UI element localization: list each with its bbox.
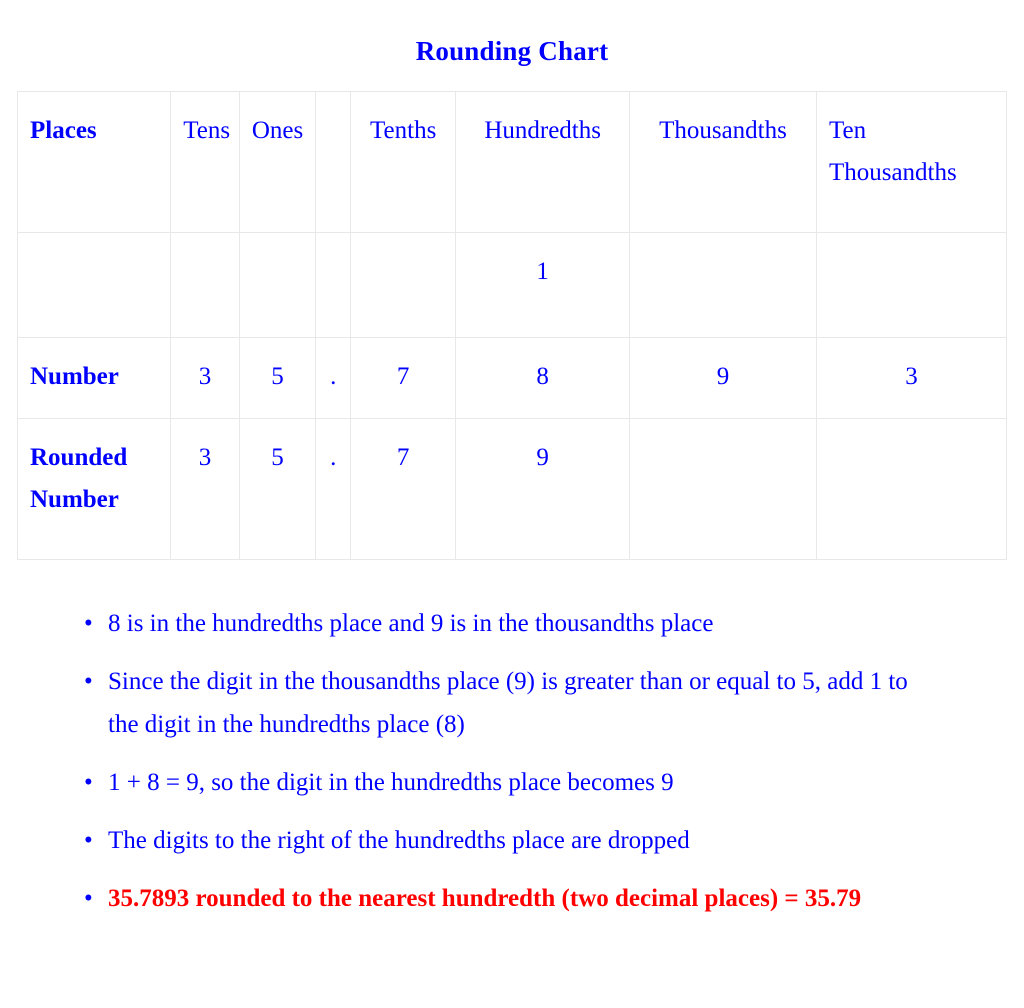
table-row-carry: 1 — [16, 232, 1008, 339]
header-ten-thousandths: Ten Thousandths — [815, 91, 1008, 234]
carry-ten-thousandths — [815, 232, 1008, 339]
rounded-ten-thousandths — [815, 418, 1008, 561]
list-item: 8 is in the hundredths place and 9 is in… — [0, 602, 1024, 645]
rounding-table: Places Tens Ones Tenths Hundredths Thous… — [16, 91, 1008, 561]
list-item: The digits to the right of the hundredth… — [0, 819, 1024, 862]
table-row-number: Number 3 5 . 7 8 9 3 — [16, 337, 1008, 420]
rounded-thousandths — [628, 418, 817, 561]
rounded-hundredths: 9 — [455, 418, 630, 561]
number-thousandths: 9 — [628, 337, 817, 420]
list-item-result: 35.7893 rounded to the nearest hundredth… — [0, 877, 1024, 920]
number-hundredths: 8 — [455, 337, 630, 420]
rounded-tens: 3 — [170, 418, 240, 561]
table-row-rounded: Rounded Number 3 5 . 7 9 — [16, 418, 1008, 561]
rounded-ones: 5 — [238, 418, 317, 561]
number-point: . — [315, 337, 352, 420]
number-ten-thousandths: 3 — [815, 337, 1008, 420]
header-tenths: Tenths — [350, 91, 457, 234]
explanation-list: 8 is in the hundredths place and 9 is in… — [0, 602, 1024, 920]
carry-tens — [170, 232, 240, 339]
carry-label — [16, 232, 172, 339]
number-ones: 5 — [238, 337, 317, 420]
carry-hundredths: 1 — [455, 232, 630, 339]
carry-point — [315, 232, 352, 339]
carry-tenths — [350, 232, 457, 339]
rounding-chart-page: Rounding Chart Places Tens Ones Tenths H… — [0, 18, 1024, 1008]
header-hundredths: Hundredths — [455, 91, 630, 234]
number-label: Number — [16, 337, 172, 420]
table-header-row: Places Tens Ones Tenths Hundredths Thous… — [16, 91, 1008, 234]
header-places: Places — [16, 91, 172, 234]
rounded-label: Rounded Number — [16, 418, 172, 561]
rounded-point: . — [315, 418, 352, 561]
page-title: Rounding Chart — [415, 36, 609, 67]
carry-ones — [238, 232, 317, 339]
list-item: Since the digit in the thousandths place… — [0, 660, 1024, 746]
number-tens: 3 — [170, 337, 240, 420]
header-decimal-point — [315, 91, 352, 234]
carry-thousandths — [628, 232, 817, 339]
rounded-tenths: 7 — [350, 418, 457, 561]
header-thousandths: Thousandths — [628, 91, 817, 234]
number-tenths: 7 — [350, 337, 457, 420]
list-item: 1 + 8 = 9, so the digit in the hundredth… — [0, 761, 1024, 804]
rounding-table-container: Places Tens Ones Tenths Hundredths Thous… — [16, 91, 1008, 561]
header-tens: Tens — [170, 91, 240, 234]
header-ones: Ones — [238, 91, 317, 234]
